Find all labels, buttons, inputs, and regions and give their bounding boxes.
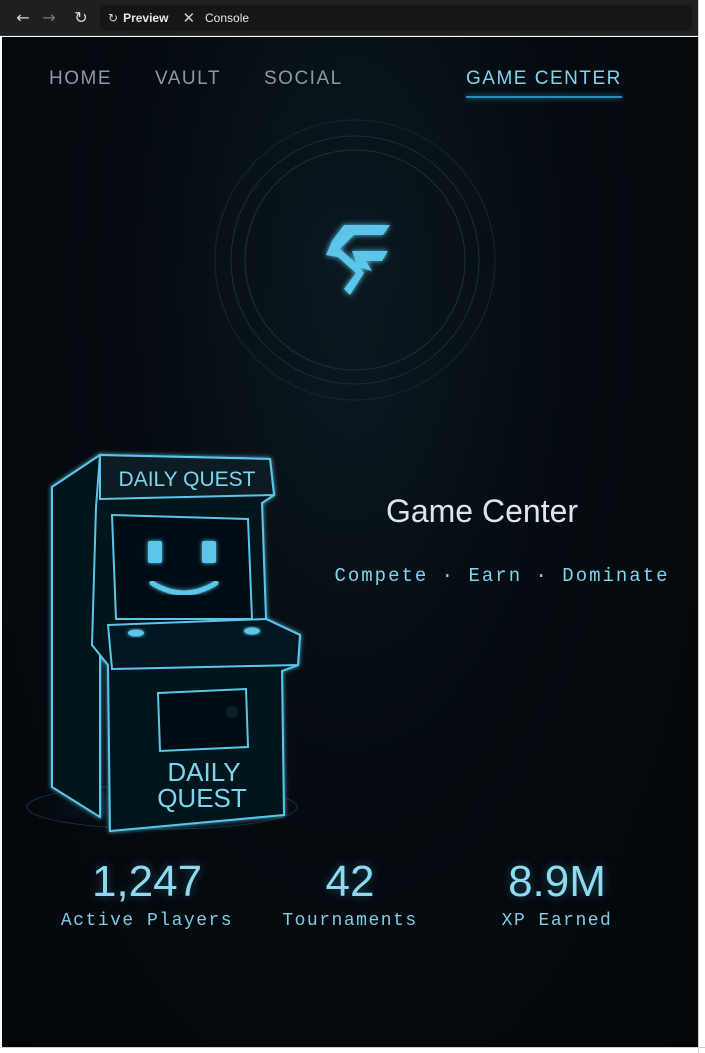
- game-center-page: HOME VAULT SOCIAL GAME CENTER DAILY QUES…: [2, 37, 698, 1047]
- stat-value: 1,247: [91, 857, 203, 906]
- nav-item-home[interactable]: HOME: [49, 68, 112, 90]
- active-tab-indicator: [466, 96, 622, 98]
- browser-toolbar: ← → ↻ ↻ Preview ✕ Console: [0, 0, 698, 36]
- stat-active-players: 1,247 Active Players: [52, 857, 242, 931]
- arcade-marquee-text: DAILY QUEST: [119, 468, 256, 491]
- nav-item-label: VAULT: [155, 68, 221, 89]
- tab-preview-label: Preview: [123, 11, 169, 25]
- page-title: Game Center: [385, 493, 579, 529]
- stat-value: 8.9M: [508, 857, 606, 906]
- viewport-border: [698, 0, 699, 1053]
- main-nav: HOME VAULT SOCIAL GAME CENTER: [2, 68, 698, 98]
- arcade-panel-line2: QUEST: [157, 783, 247, 813]
- tab-bar: ↻ Preview ✕ Console: [100, 5, 692, 31]
- nav-item-vault[interactable]: VAULT: [155, 68, 221, 90]
- tab-preview[interactable]: ↻ Preview: [108, 11, 168, 25]
- reload-icon[interactable]: ↻: [68, 8, 94, 27]
- page-subtitle: Compete · Earn · Dominate: [334, 565, 670, 587]
- stat-value: 42: [325, 857, 375, 906]
- tab-console-label: Console: [205, 11, 250, 25]
- close-icon[interactable]: ✕: [182, 9, 195, 27]
- nav-item-game-center[interactable]: GAME CENTER: [466, 68, 622, 98]
- stat-xp-earned: 8.9M XP Earned: [472, 857, 642, 931]
- nav-item-label: HOME: [49, 68, 112, 89]
- back-arrow-icon[interactable]: ←: [10, 8, 36, 27]
- viewport-border: [0, 1047, 705, 1048]
- tab-console[interactable]: ✕ Console: [182, 9, 249, 27]
- stat-label: Tournaments: [282, 911, 418, 931]
- nav-item-social[interactable]: SOCIAL: [264, 68, 343, 90]
- stat-tournaments: 42 Tournaments: [268, 857, 432, 931]
- nav-item-label: SOCIAL: [264, 68, 343, 89]
- preview-icon: ↻: [108, 11, 119, 25]
- forward-arrow-icon[interactable]: →: [36, 8, 62, 27]
- logo-emblem: [214, 119, 496, 401]
- nav-item-label: GAME CENTER: [466, 68, 622, 89]
- stat-label: Active Players: [60, 911, 234, 931]
- arcade-cabinet-illustration: DAILY QUEST DAILY QUEST: [12, 453, 312, 835]
- stat-label: XP Earned: [501, 911, 613, 931]
